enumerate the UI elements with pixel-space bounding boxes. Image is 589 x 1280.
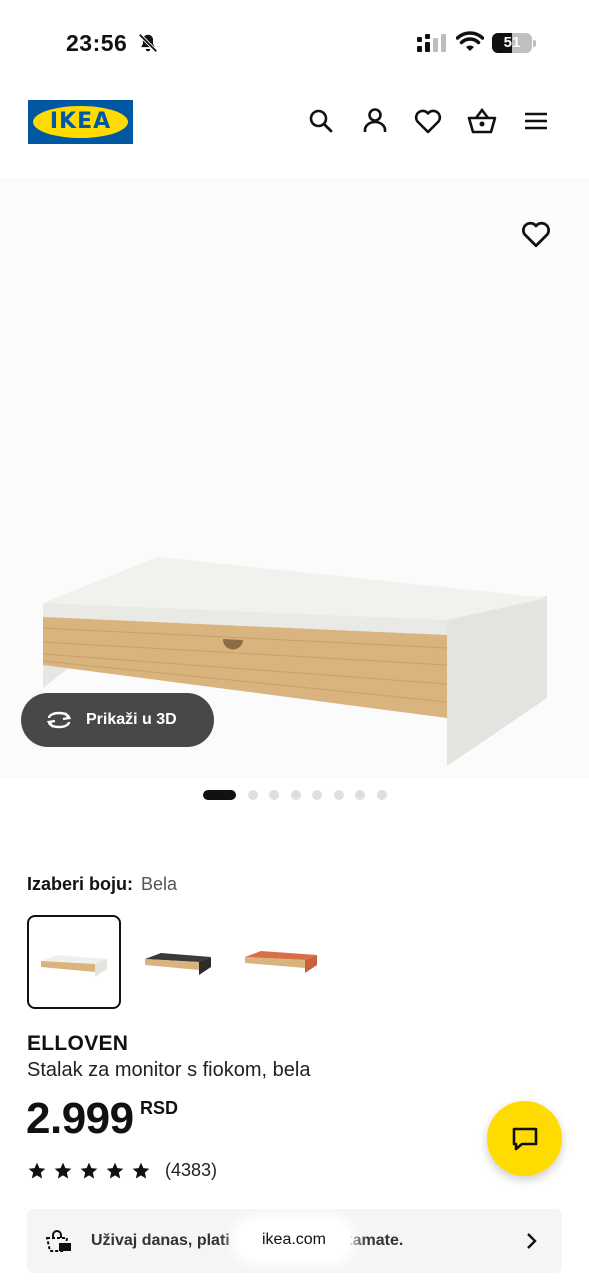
chat-icon bbox=[512, 1127, 538, 1151]
product-price: 2.999 RSD bbox=[26, 1094, 178, 1144]
product-image-gallery[interactable]: Prikaži u 3D bbox=[0, 178, 589, 778]
chevron-right-icon bbox=[521, 1231, 541, 1251]
heart-icon[interactable] bbox=[413, 106, 443, 136]
user-icon[interactable] bbox=[360, 106, 390, 136]
wifi-icon bbox=[455, 31, 485, 53]
star-icon bbox=[28, 1162, 46, 1178]
menu-icon[interactable] bbox=[521, 106, 551, 136]
gallery-dot[interactable] bbox=[269, 790, 279, 800]
gallery-pagination[interactable] bbox=[203, 789, 398, 801]
star-icon bbox=[106, 1162, 124, 1178]
star-icon bbox=[132, 1162, 150, 1178]
color-label: Izaberi boju: bbox=[27, 874, 134, 894]
cellular-signal-icon bbox=[416, 33, 448, 53]
bell-off-icon bbox=[137, 32, 159, 54]
battery-icon: 51 bbox=[492, 33, 536, 53]
gallery-dot[interactable] bbox=[247, 790, 258, 800]
product-name: ELLOVEN bbox=[27, 1032, 129, 1055]
status-bar: 23:56 51 bbox=[0, 0, 589, 88]
browser-url-bar[interactable]: ikea.com bbox=[237, 1220, 351, 1260]
url-text: ikea.com bbox=[261, 1231, 327, 1248]
view-3d-label: Prikaži u 3D bbox=[86, 711, 177, 728]
price-currency: RSD bbox=[140, 1098, 179, 1118]
product-rating[interactable]: (4383) bbox=[27, 1160, 217, 1181]
gallery-dot[interactable] bbox=[203, 790, 236, 800]
view-3d-button[interactable]: Prikaži u 3D bbox=[21, 693, 214, 747]
color-chooser-label: Izaberi boju: Bela bbox=[27, 874, 177, 895]
basket-icon[interactable] bbox=[467, 106, 497, 136]
swatch-orange[interactable] bbox=[239, 915, 333, 1009]
promo-text-end: kamate. bbox=[343, 1232, 404, 1249]
rotate-3d-icon bbox=[45, 708, 73, 732]
ikea-logo[interactable]: IKEA bbox=[28, 100, 133, 144]
price-value: 2.999 bbox=[26, 1094, 134, 1143]
gallery-dot[interactable] bbox=[333, 790, 344, 800]
star-icon bbox=[54, 1162, 72, 1178]
star-icon bbox=[80, 1162, 98, 1178]
gallery-dot[interactable] bbox=[376, 790, 387, 800]
gallery-dot[interactable] bbox=[355, 790, 365, 800]
swatch-white[interactable] bbox=[27, 915, 121, 1009]
promo-text-start: Uživaj danas, plati bbox=[91, 1232, 230, 1249]
gallery-dot[interactable] bbox=[290, 790, 301, 800]
gallery-dot[interactable] bbox=[312, 790, 322, 800]
product-description: Stalak za monitor s fiokom, bela bbox=[27, 1059, 311, 1081]
search-icon[interactable] bbox=[306, 106, 336, 136]
shopping-bag-icon bbox=[45, 1229, 73, 1253]
status-time: 23:56 bbox=[66, 30, 128, 56]
swatch-black[interactable] bbox=[133, 915, 227, 1009]
favorite-heart-icon[interactable] bbox=[520, 218, 552, 250]
chat-button[interactable] bbox=[487, 1101, 562, 1176]
logo-text: IKEA bbox=[49, 109, 112, 134]
site-header: IKEA bbox=[0, 96, 589, 148]
selected-color: Bela bbox=[141, 874, 178, 894]
review-count: (4383) bbox=[165, 1160, 218, 1180]
battery-level: 51 bbox=[503, 34, 521, 51]
